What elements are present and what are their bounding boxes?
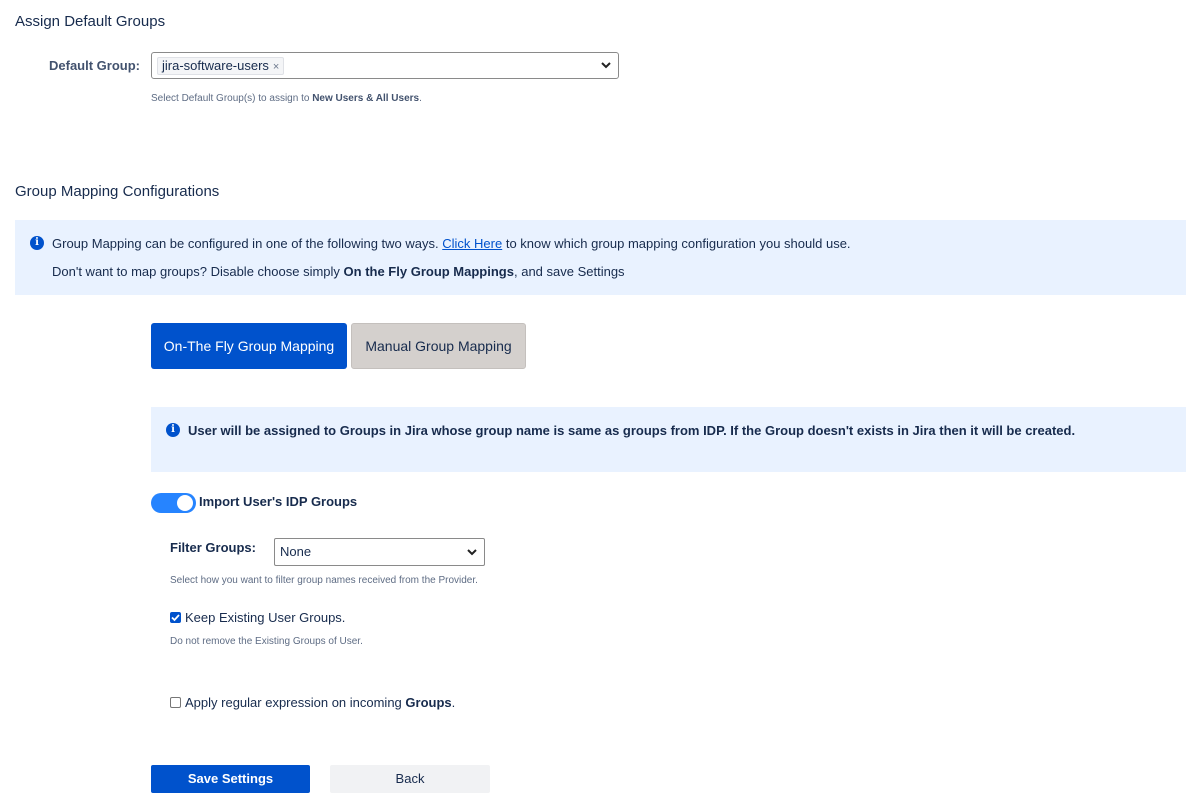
save-settings-button[interactable]: Save Settings [151, 765, 310, 793]
help-text-suffix: . [419, 93, 422, 104]
chip-remove-icon[interactable]: × [273, 61, 279, 73]
tab-manual-mapping[interactable]: Manual Group Mapping [351, 323, 526, 369]
chevron-down-icon[interactable] [599, 58, 613, 72]
info-line-2-prefix: Don't want to map groups? Disable choose… [52, 264, 344, 279]
filter-groups-value: None [280, 544, 312, 559]
default-group-label: Default Group: [49, 58, 140, 73]
keep-existing-checkbox[interactable] [170, 612, 181, 623]
chevron-down-icon[interactable] [465, 545, 479, 559]
keep-existing-help: Do not remove the Existing Groups of Use… [170, 636, 363, 647]
checkmark-icon [171, 614, 180, 622]
filter-groups-label: Filter Groups: [170, 540, 256, 555]
regex-label: Apply regular expression on incoming Gro… [185, 695, 455, 710]
default-group-multiselect[interactable]: jira-software-users × [151, 52, 619, 79]
help-text-bold: New Users & All Users [312, 93, 420, 104]
filter-groups-help: Select how you want to filter group name… [170, 575, 478, 586]
regex-label-suffix: . [451, 695, 456, 710]
import-groups-toggle[interactable] [151, 493, 196, 513]
info-line-2-suffix: , and save Settings [513, 264, 625, 279]
on-the-fly-info-banner: i User will be assigned to Groups in Jir… [151, 407, 1186, 472]
info-line-1-prefix: Group Mapping can be configured in one o… [52, 236, 443, 251]
info-line-1-suffix: to know which group mapping configuratio… [502, 236, 851, 251]
click-here-link[interactable]: Click Here [442, 236, 502, 251]
info-line-1: Group Mapping can be configured in one o… [52, 236, 851, 251]
back-button[interactable]: Back [330, 765, 490, 793]
filter-groups-select[interactable]: None [274, 538, 485, 566]
selected-group-chip: jira-software-users × [157, 57, 285, 75]
keep-existing-label: Keep Existing User Groups. [185, 610, 346, 625]
info-line-2-bold: On the Fly Group Mappings [343, 264, 514, 279]
on-the-fly-info-text: User will be assigned to Groups in Jira … [188, 423, 1076, 438]
tab-on-the-fly-mapping[interactable]: On-The Fly Group Mapping [151, 323, 347, 369]
toggle-knob [177, 495, 193, 511]
info-line-2: Don't want to map groups? Disable choose… [52, 264, 625, 279]
default-groups-heading: Assign Default Groups [15, 13, 166, 30]
info-circle-icon: i [30, 236, 44, 250]
group-mapping-heading: Group Mapping Configurations [15, 183, 220, 200]
regex-label-prefix: Apply regular expression on incoming [185, 695, 406, 710]
help-text-prefix: Select Default Group(s) to assign to [151, 93, 313, 104]
info-circle-icon: i [166, 423, 180, 437]
import-groups-label: Import User's IDP Groups [199, 494, 358, 509]
default-group-help: Select Default Group(s) to assign to New… [151, 93, 422, 104]
regex-label-bold: Groups [405, 695, 452, 710]
chip-text: jira-software-users [162, 58, 269, 73]
regex-checkbox[interactable] [170, 697, 181, 708]
group-mapping-info-banner: i Group Mapping can be configured in one… [15, 220, 1186, 295]
